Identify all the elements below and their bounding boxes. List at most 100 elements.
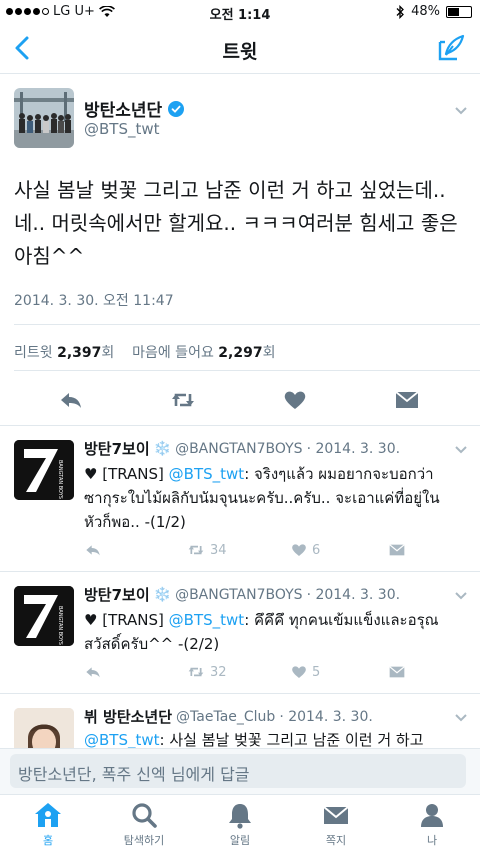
separator: [0, 425, 480, 426]
retweet-stat[interactable]: 리트윗 2,397회: [14, 345, 114, 361]
tweet-date: · 2014. 3. 30.: [279, 708, 373, 725]
tab-messages[interactable]: 쪽지: [288, 801, 384, 848]
direct-message-button[interactable]: [388, 542, 406, 558]
like-count: 2,297: [218, 345, 263, 361]
avatar[interactable]: [14, 708, 74, 748]
tweet-timestamp: 2014. 3. 30. 오전 11:47: [14, 293, 174, 309]
tweet-actions: 32 5: [84, 664, 424, 684]
tweet-prefix: ♥ [TRANS]: [84, 465, 169, 483]
tab-notifications[interactable]: 알림: [192, 801, 288, 848]
reply-button[interactable]: [84, 664, 102, 680]
list-item[interactable]: 뷔 방탄소년단 @TaeTae_Club · 2014. 3. 30. @BTS…: [0, 694, 480, 748]
tweet-text: ♥ [TRANS] @BTS_twt: จริงๆแล้ว ผมอยากจะบอ…: [84, 462, 454, 534]
tweet-actions: [0, 386, 480, 416]
heart-icon[interactable]: [282, 388, 308, 412]
page-title: 트윗: [222, 41, 258, 63]
snowflake-emoji: ❄️: [153, 440, 172, 457]
display-name[interactable]: 방탄7보이: [84, 438, 150, 459]
retweet-count: 32: [210, 664, 227, 680]
like-count: 6: [312, 542, 321, 558]
bell-icon: [229, 804, 251, 829]
tweet-text: @BTS_twt: 사실 봄날 벚꽃 그리고 남준 이런 거 하고: [84, 728, 474, 748]
like-button[interactable]: 5: [290, 664, 320, 680]
tab-label: 홈: [42, 834, 54, 847]
like-count-suffix: 회: [262, 345, 276, 361]
like-stat-label: 마음에 들어요: [132, 345, 214, 361]
battery-percent: 48%: [411, 4, 440, 19]
username[interactable]: @TaeTae_Club: [176, 709, 275, 725]
status-bar: LG U+ 오전 1:14 48%: [0, 0, 480, 24]
avatar[interactable]: BANGTAN BOYS: [14, 586, 74, 646]
bluetooth-icon: [396, 4, 405, 19]
separator: [0, 571, 480, 572]
tweet-date: · 2014. 3. 30.: [306, 586, 401, 603]
reply-input[interactable]: 방탄소년단, 폭주 신엑 님에게 답글: [10, 754, 466, 788]
like-stat[interactable]: 마음에 들어요 2,297회: [132, 345, 275, 361]
reply-composer: 방탄소년단, 폭주 신엑 님에게 답글: [0, 748, 480, 794]
tweet-text: 사실 봄날 벚꽃 그리고 남준 이런 거 하고 싶었는데.. 네.. 머릿속에서…: [14, 178, 458, 268]
snowflake-emoji: ❄️: [153, 586, 172, 603]
direct-message-icon: [389, 666, 405, 678]
reply-icon: [86, 667, 100, 678]
retweet-icon: [188, 667, 204, 677]
tab-bar: 홈 탐색하기 알림 쪽지 나: [0, 794, 480, 853]
compose-tweet-icon[interactable]: [436, 33, 466, 63]
chevron-down-icon[interactable]: [454, 713, 468, 723]
like-count: 5: [312, 664, 321, 680]
divider: [14, 324, 480, 325]
mention-link[interactable]: @BTS_twt: [169, 611, 245, 629]
retweet-icon: [188, 545, 204, 555]
tab-explore[interactable]: 탐색하기: [96, 801, 192, 848]
avatar[interactable]: BANGTAN BOYS: [14, 440, 74, 500]
tab-label: 탐색하기: [123, 834, 165, 847]
mention-link[interactable]: @BTS_twt: [169, 465, 245, 483]
mention-link[interactable]: @BTS_twt: [84, 731, 160, 748]
svg-text:BANGTAN BOYS: BANGTAN BOYS: [57, 460, 63, 499]
retweet-button[interactable]: 32: [186, 664, 227, 680]
retweet-count-suffix: 회: [101, 345, 115, 361]
display-name[interactable]: 방탄7보이: [84, 584, 150, 605]
verified-badge-icon: [168, 100, 185, 117]
retweet-icon[interactable]: [170, 388, 196, 412]
direct-message-icon: [389, 544, 405, 556]
retweet-count: 2,397: [57, 345, 102, 361]
tweet-stats: 리트윗 2,397회 마음에 들어요 2,297회: [14, 342, 275, 362]
svg-text:BANGTAN BOYS: BANGTAN BOYS: [57, 606, 63, 645]
tab-label: 나: [426, 834, 438, 847]
divider: [14, 370, 480, 371]
reply-icon: [86, 545, 100, 556]
tab-me[interactable]: 나: [384, 801, 480, 848]
retweet-count: 34: [210, 542, 227, 558]
chevron-down-icon[interactable]: [454, 591, 468, 601]
tab-label: 쪽지: [325, 834, 347, 847]
retweet-button[interactable]: 34: [186, 542, 227, 558]
tab-label: 알림: [229, 834, 251, 847]
tweet-date: · 2014. 3. 30.: [306, 440, 401, 457]
nav-bar: 트윗: [0, 24, 480, 74]
display-name[interactable]: 뷔 방탄소년단: [84, 706, 172, 727]
tweet-text: ♥ [TRANS] @BTS_twt: คึคึคึ ทุกคนเข้มแข็ง…: [84, 608, 454, 656]
direct-message-button[interactable]: [388, 664, 406, 680]
tab-home[interactable]: 홈: [0, 801, 96, 848]
direct-message-icon[interactable]: [394, 388, 420, 412]
home-icon: [35, 803, 61, 827]
tweet-actions: 34 6: [84, 542, 424, 562]
heart-icon: [292, 544, 306, 556]
username[interactable]: @BANGTAN7BOYS: [175, 587, 302, 603]
reply-icon[interactable]: [58, 388, 84, 412]
chevron-down-icon[interactable]: [454, 445, 468, 455]
tweet-body: : 사실 봄날 벚꽃 그리고 남준 이런 거 하고: [159, 731, 424, 748]
username[interactable]: @BTS_twt: [84, 120, 160, 138]
tweet-prefix: ♥ [TRANS]: [84, 611, 169, 629]
avatar[interactable]: [14, 88, 74, 148]
search-icon: [132, 803, 157, 828]
retweet-stat-label: 리트윗: [14, 345, 53, 361]
reply-button[interactable]: [84, 542, 102, 558]
chevron-down-icon[interactable]: [454, 106, 468, 116]
envelope-icon: [323, 806, 349, 824]
battery-icon: [446, 5, 472, 18]
like-button[interactable]: 6: [290, 542, 320, 558]
display-name[interactable]: 방탄소년단: [84, 96, 162, 121]
username[interactable]: @BANGTAN7BOYS: [175, 441, 302, 457]
heart-icon: [292, 666, 306, 678]
